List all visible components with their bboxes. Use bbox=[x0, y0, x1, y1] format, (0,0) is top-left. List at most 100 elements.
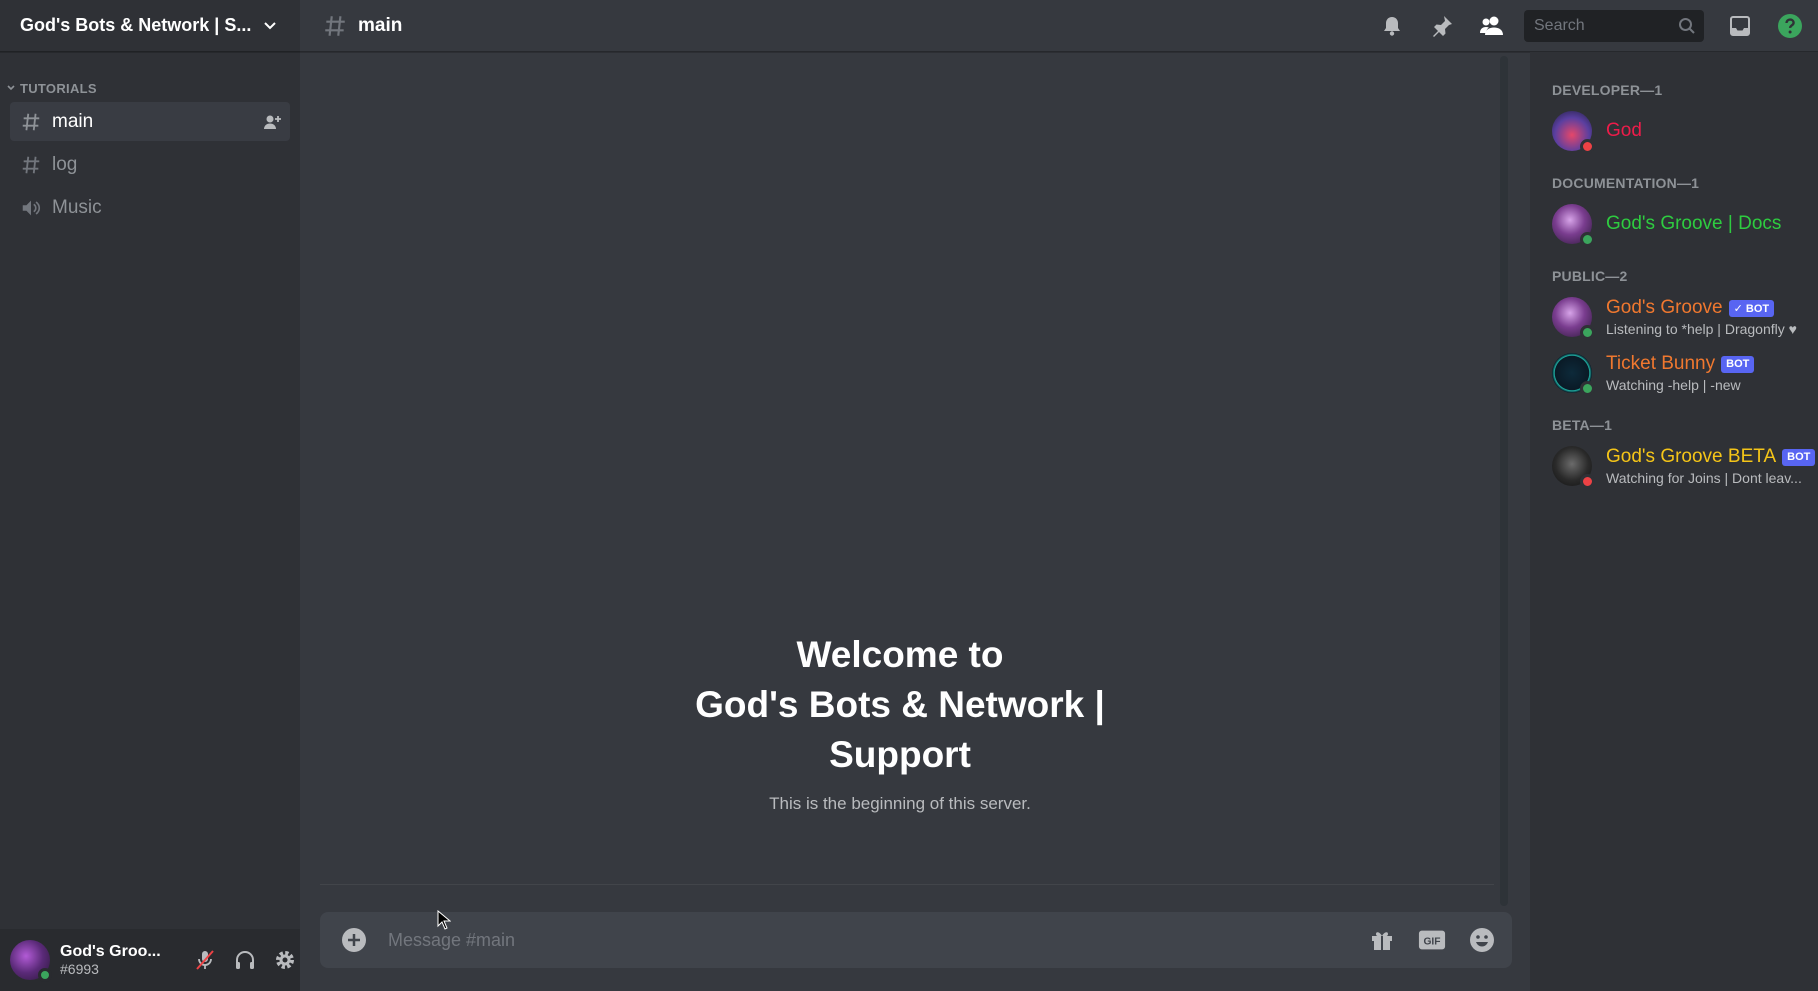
heart-icon: ♥ bbox=[1788, 321, 1797, 337]
welcome-line-2: God's Bots & Network | bbox=[695, 684, 1105, 725]
avatar bbox=[1552, 353, 1595, 396]
member-name: God's Groove ✓ BOT bbox=[1606, 297, 1797, 319]
notification-settings-button[interactable] bbox=[1378, 12, 1406, 40]
user-panel: God's Groo... #6993 bbox=[0, 929, 300, 991]
online-status-icon bbox=[1580, 232, 1595, 247]
online-status-icon bbox=[38, 968, 52, 982]
text-channel-hash-icon bbox=[22, 156, 40, 173]
verified-bot-tag: ✓ BOT bbox=[1728, 299, 1775, 317]
member-item[interactable]: God's Groove BETA BOT Watching for Joins… bbox=[1552, 442, 1818, 490]
chevron-down-icon bbox=[264, 21, 276, 29]
member-name-text: Ticket Bunny bbox=[1606, 353, 1716, 374]
member-activity-text: Listening to *help | Dragonfly bbox=[1606, 321, 1785, 337]
members-icon bbox=[1480, 16, 1503, 35]
bot-tag: BOT bbox=[1782, 448, 1816, 466]
member-name: God's Groove BETA BOT bbox=[1606, 446, 1816, 468]
member-list-toggle[interactable] bbox=[1478, 12, 1506, 40]
composer-actions: GIF bbox=[1368, 926, 1496, 954]
member-text: God's Groove ✓ BOT Listening to *help | … bbox=[1606, 297, 1797, 337]
channel-title: main bbox=[358, 14, 403, 36]
member-group-beta: BETA—1 God's Groove BETA BOT Watching fo… bbox=[1552, 417, 1818, 490]
online-status-icon bbox=[1580, 381, 1595, 396]
pin-icon bbox=[1433, 16, 1452, 37]
bell-icon bbox=[1384, 17, 1400, 36]
member-name-text: God's Groove | Docs bbox=[1606, 213, 1782, 234]
user-settings-button[interactable] bbox=[270, 945, 300, 975]
member-group-label: DOCUMENTATION—1 bbox=[1552, 175, 1700, 191]
member-list: DEVELOPER—1 God DOCUMENTATION—1 God's Gr… bbox=[1530, 52, 1818, 991]
emoji-button[interactable] bbox=[1468, 926, 1496, 954]
member-item[interactable]: God's Groove ✓ BOT Listening to *help | … bbox=[1552, 293, 1818, 341]
header-toolbar: Search bbox=[1378, 0, 1818, 52]
chat-area: Welcome to God's Bots & Network | Suppor… bbox=[300, 52, 1518, 991]
member-name: God bbox=[1606, 120, 1642, 142]
member-name-text: God bbox=[1606, 120, 1642, 141]
help-button[interactable] bbox=[1776, 12, 1804, 40]
channel-sidebar: God's Bots & Network | S... TUTORIALS ma… bbox=[0, 0, 300, 991]
headphones-icon bbox=[236, 951, 254, 969]
avatar bbox=[1552, 446, 1595, 489]
help-icon bbox=[1778, 14, 1802, 38]
channel-log[interactable]: log bbox=[10, 145, 290, 184]
member-group-label: PUBLIC—2 bbox=[1552, 268, 1628, 284]
member-item[interactable]: God bbox=[1552, 107, 1818, 155]
channel-main[interactable]: main bbox=[10, 102, 290, 141]
message-input[interactable] bbox=[388, 929, 1368, 951]
channel-label: log bbox=[52, 153, 78, 175]
channel-label: Music bbox=[52, 196, 102, 218]
member-name-text: God's Groove bbox=[1606, 297, 1723, 318]
dnd-status-icon bbox=[1580, 139, 1595, 154]
member-activity: Listening to *help | Dragonfly ♥ bbox=[1606, 321, 1797, 337]
dnd-status-icon bbox=[1580, 474, 1595, 489]
mouse-cursor-icon bbox=[437, 910, 451, 930]
category-tutorials[interactable]: TUTORIALS bbox=[0, 78, 300, 98]
gift-button[interactable] bbox=[1368, 926, 1396, 954]
gif-icon: GIF bbox=[1418, 930, 1446, 950]
member-name: Ticket Bunny BOT bbox=[1606, 353, 1755, 375]
member-text: God bbox=[1606, 120, 1642, 142]
avatar bbox=[1552, 111, 1595, 154]
welcome-line-1: Welcome to bbox=[796, 634, 1004, 675]
member-group-label: DEVELOPER—1 bbox=[1552, 82, 1663, 98]
member-item[interactable]: God's Groove | Docs bbox=[1552, 200, 1818, 248]
pinned-messages-button[interactable] bbox=[1428, 12, 1456, 40]
avatar bbox=[1552, 204, 1595, 247]
chevron-down-icon bbox=[7, 85, 15, 91]
avatar[interactable] bbox=[10, 940, 52, 982]
user-controls bbox=[190, 945, 300, 975]
member-activity: Watching for Joins | Dont leav... bbox=[1606, 470, 1802, 486]
gift-icon bbox=[1372, 932, 1392, 950]
user-info[interactable]: God's Groo... #6993 bbox=[60, 943, 164, 977]
upload-plus-icon[interactable] bbox=[340, 926, 368, 954]
microphone-muted-icon bbox=[196, 950, 214, 970]
divider bbox=[320, 884, 1494, 885]
create-invite-icon[interactable] bbox=[262, 112, 282, 132]
deafen-button[interactable] bbox=[230, 945, 260, 975]
member-group-label: BETA—1 bbox=[1552, 417, 1613, 433]
member-name: God's Groove | Docs bbox=[1606, 213, 1781, 235]
text-channel-hash-icon bbox=[22, 113, 40, 130]
username: God's Groo... bbox=[60, 943, 161, 960]
emoji-smile-icon bbox=[1470, 928, 1494, 952]
welcome-message: Welcome to God's Bots & Network | Suppor… bbox=[300, 630, 1500, 814]
server-header[interactable]: God's Bots & Network | S... bbox=[0, 0, 300, 52]
server-name: God's Bots & Network | S... bbox=[20, 15, 252, 35]
member-activity: Watching -help | -new bbox=[1606, 377, 1741, 393]
channel-header: main Search bbox=[300, 0, 1818, 52]
search-icon bbox=[1679, 18, 1695, 34]
scrollbar[interactable] bbox=[1500, 56, 1508, 906]
bot-tag: BOT bbox=[1721, 355, 1755, 373]
search-input[interactable]: Search bbox=[1524, 10, 1704, 42]
channel-label: main bbox=[52, 110, 94, 132]
welcome-title: Welcome to God's Bots & Network | Suppor… bbox=[300, 630, 1500, 780]
text-channel-hash-icon bbox=[325, 15, 345, 36]
member-item[interactable]: Ticket Bunny BOT Watching -help | -new bbox=[1552, 349, 1818, 397]
search-placeholder: Search bbox=[1534, 17, 1585, 34]
voice-channel-speaker-icon bbox=[22, 200, 41, 215]
inbox-button[interactable] bbox=[1726, 12, 1754, 40]
gear-icon bbox=[276, 951, 294, 969]
channel-music[interactable]: Music bbox=[10, 188, 290, 227]
avatar bbox=[1552, 297, 1595, 340]
mute-button[interactable] bbox=[190, 945, 220, 975]
gif-button[interactable]: GIF bbox=[1418, 926, 1446, 954]
